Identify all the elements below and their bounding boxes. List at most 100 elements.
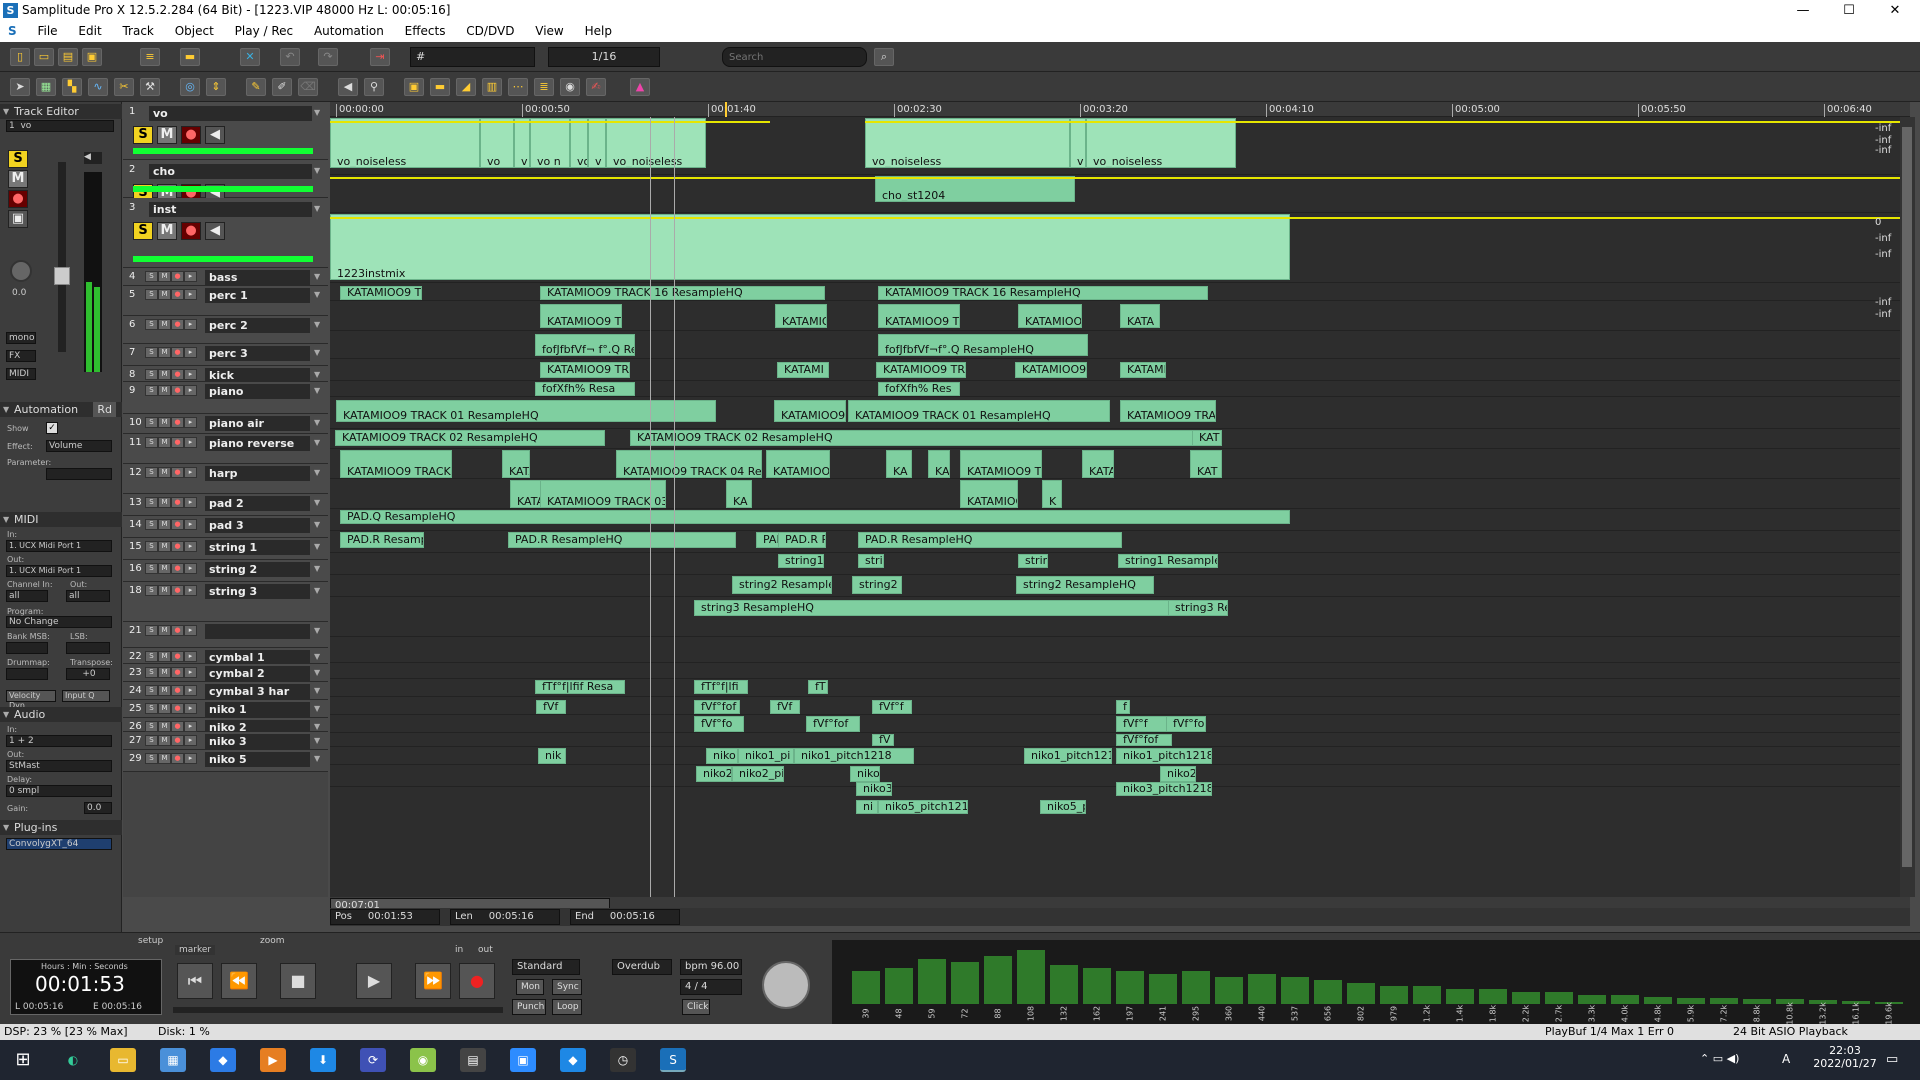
snap-icon[interactable]: ⇥ [370,48,390,66]
track-name-field[interactable]: cymbal 3 har [205,684,310,699]
layers-icon[interactable]: ≣ [534,78,554,96]
audio-object[interactable]: vo [570,118,588,168]
go-start-button[interactable]: ⏮ [177,963,213,999]
vertical-scrollbar[interactable] [1900,117,1915,897]
timeline-ruler[interactable]: 00:00:00 00:00:50 00:01:40 00:02:30 00:03:20… [330,102,1910,117]
track-header-3[interactable]: 3 inst ▼ S M ● ◀ [123,198,328,268]
audio-object[interactable]: string3 ResampleHQ [694,600,1194,616]
audio-object[interactable]: KATAMIOO9 TRA [340,286,422,300]
audio-object[interactable]: KATAMIOO9 [766,450,830,478]
track-name-field[interactable]: string 3 [205,584,310,599]
mute-small-button[interactable]: M [158,625,171,636]
track-name-field[interactable]: cymbal 2 [205,666,310,681]
monitor-track-button[interactable]: ◀ [205,222,225,240]
audio-object[interactable]: strin [1018,554,1048,568]
audio-object[interactable]: niko2_pi [732,766,784,782]
solo-small-button[interactable]: S [145,563,158,574]
track-header-23[interactable]: 26 niko 2 ▼ S M ● ▸ [123,718,328,735]
audio-object[interactable]: fVf°fof [806,716,860,732]
marker-icon[interactable]: ▬ [180,48,200,66]
record-small-button[interactable]: ● [171,685,184,696]
sync-icon[interactable]: ⟳ [360,1048,386,1072]
audio-header[interactable]: Audio [0,707,122,722]
track-header-24[interactable]: 27 niko 3 ▼ S M ● ▸ [123,732,328,750]
audio-object[interactable]: KATA [1120,304,1160,328]
solo-button[interactable]: S [8,150,28,168]
program-dropdown[interactable]: No Change [6,616,112,628]
audio-object[interactable]: ni [856,800,878,814]
track-header-6[interactable]: 6 perc 2 ▼ S M ● ▸ [123,316,328,344]
sync-button[interactable]: Sync [552,979,582,995]
record-small-button[interactable]: ● [171,467,184,478]
monitor-small-button[interactable]: ▸ [184,651,197,662]
track-header-16[interactable]: 16 string 2 ▼ S M ● ▸ [123,560,328,582]
track-header-22[interactable]: 25 niko 1 ▼ S M ● ▸ [123,700,328,718]
rewind-button[interactable]: ⏪ [221,963,257,999]
monitor-small-button[interactable]: ▸ [184,385,197,396]
track-lane[interactable] [330,663,1910,679]
audio-object[interactable]: KATAMIOO9 TRACK [1120,400,1216,422]
search-input[interactable] [722,47,867,67]
audio-object[interactable]: string1 ResampleHQ [1118,554,1218,568]
menu-edit[interactable]: Edit [70,22,110,38]
punch-button[interactable]: Punch [512,999,546,1015]
record-small-button[interactable]: ● [171,541,184,552]
track-header-1[interactable]: 1 vo ▼ S M ● ◀ [123,102,328,160]
audio-object[interactable]: KATAMI [777,362,829,378]
record-button[interactable]: ● [8,190,28,208]
audio-object[interactable]: string2 [852,576,902,594]
track-menu-icon[interactable]: ▼ [314,704,324,714]
record-small-button[interactable]: ● [171,667,184,678]
solo-small-button[interactable]: S [145,369,158,380]
app-menu-icon[interactable]: S [0,22,26,38]
tempo-icon[interactable]: ◉ [560,78,580,96]
mute-small-button[interactable]: M [158,735,171,746]
monitor-small-button[interactable]: ▸ [184,467,197,478]
menu-file[interactable]: File [29,22,66,38]
track-header-25[interactable]: 29 niko 5 ▼ S M ● ▸ [123,750,328,772]
track-header-10[interactable]: 10 piano air ▼ S M ● ▸ [123,414,328,434]
record-small-button[interactable]: ● [171,625,184,636]
track-menu-icon[interactable]: ▼ [314,370,324,380]
audio-object[interactable]: vo_noiseless [865,118,1070,168]
track-menu-icon[interactable]: ▼ [314,722,324,732]
track-menu-icon[interactable]: ▼ [314,736,324,746]
audio-object[interactable]: KATAMIOO9 TRACK 04 Resam [616,450,762,478]
vertical-scroll-thumb[interactable] [1902,127,1912,867]
redo-icon[interactable]: ↷ [318,48,338,66]
effect-dropdown[interactable]: Volume [46,440,112,452]
audio-object[interactable]: fVf [536,700,566,714]
spectrum-icon[interactable]: ▲ [630,78,650,96]
track-name-field[interactable]: niko 5 [205,752,310,767]
track-menu-icon[interactable]: ▼ [314,498,324,508]
track-menu-icon[interactable]: ▼ [314,668,324,678]
track-menu-icon[interactable]: ▼ [314,348,324,358]
minimize-button[interactable]: — [1780,0,1826,22]
mute-small-button[interactable]: M [158,563,171,574]
audio-object[interactable]: niko1_pitch1218 [1024,748,1112,764]
track-list-icon[interactable]: ≡ [140,48,160,66]
track-header-19[interactable]: 22 cymbal 1 ▼ S M ● ▸ [123,648,328,665]
monitor-small-button[interactable]: ▸ [184,289,197,300]
solo-small-button[interactable]: S [145,417,158,428]
audio-object[interactable]: stri [858,554,884,568]
listen-tool-icon[interactable]: ⚲ [364,78,384,96]
menu-automation[interactable]: Automation [306,22,393,38]
start-icon[interactable]: ⊞ [10,1048,36,1072]
fx-button[interactable]: FX [6,350,36,362]
mute-small-button[interactable]: M [158,369,171,380]
audio-object[interactable]: KA [726,480,752,508]
track-name-field[interactable]: piano air [205,416,310,431]
monitor-small-button[interactable]: ▸ [184,753,197,764]
lsb-field[interactable] [66,642,110,654]
audio-object[interactable]: cho_st1204 [875,176,1075,202]
audio-object[interactable]: fTf°f|lfif Resa [535,680,625,694]
grid-dropdown[interactable]: # [410,47,535,67]
audio-object[interactable]: PAD.R ResampleHQ [858,532,1122,548]
gain-field[interactable]: 0.0 [84,802,112,814]
audio-object[interactable]: KATA [1082,450,1114,478]
audio-object[interactable]: KATAMIOO9 TRAC [540,362,630,378]
track-menu-icon[interactable]: ▼ [314,272,324,282]
track-menu-icon[interactable]: ▼ [314,386,324,396]
monitor-small-button[interactable]: ▸ [184,735,197,746]
